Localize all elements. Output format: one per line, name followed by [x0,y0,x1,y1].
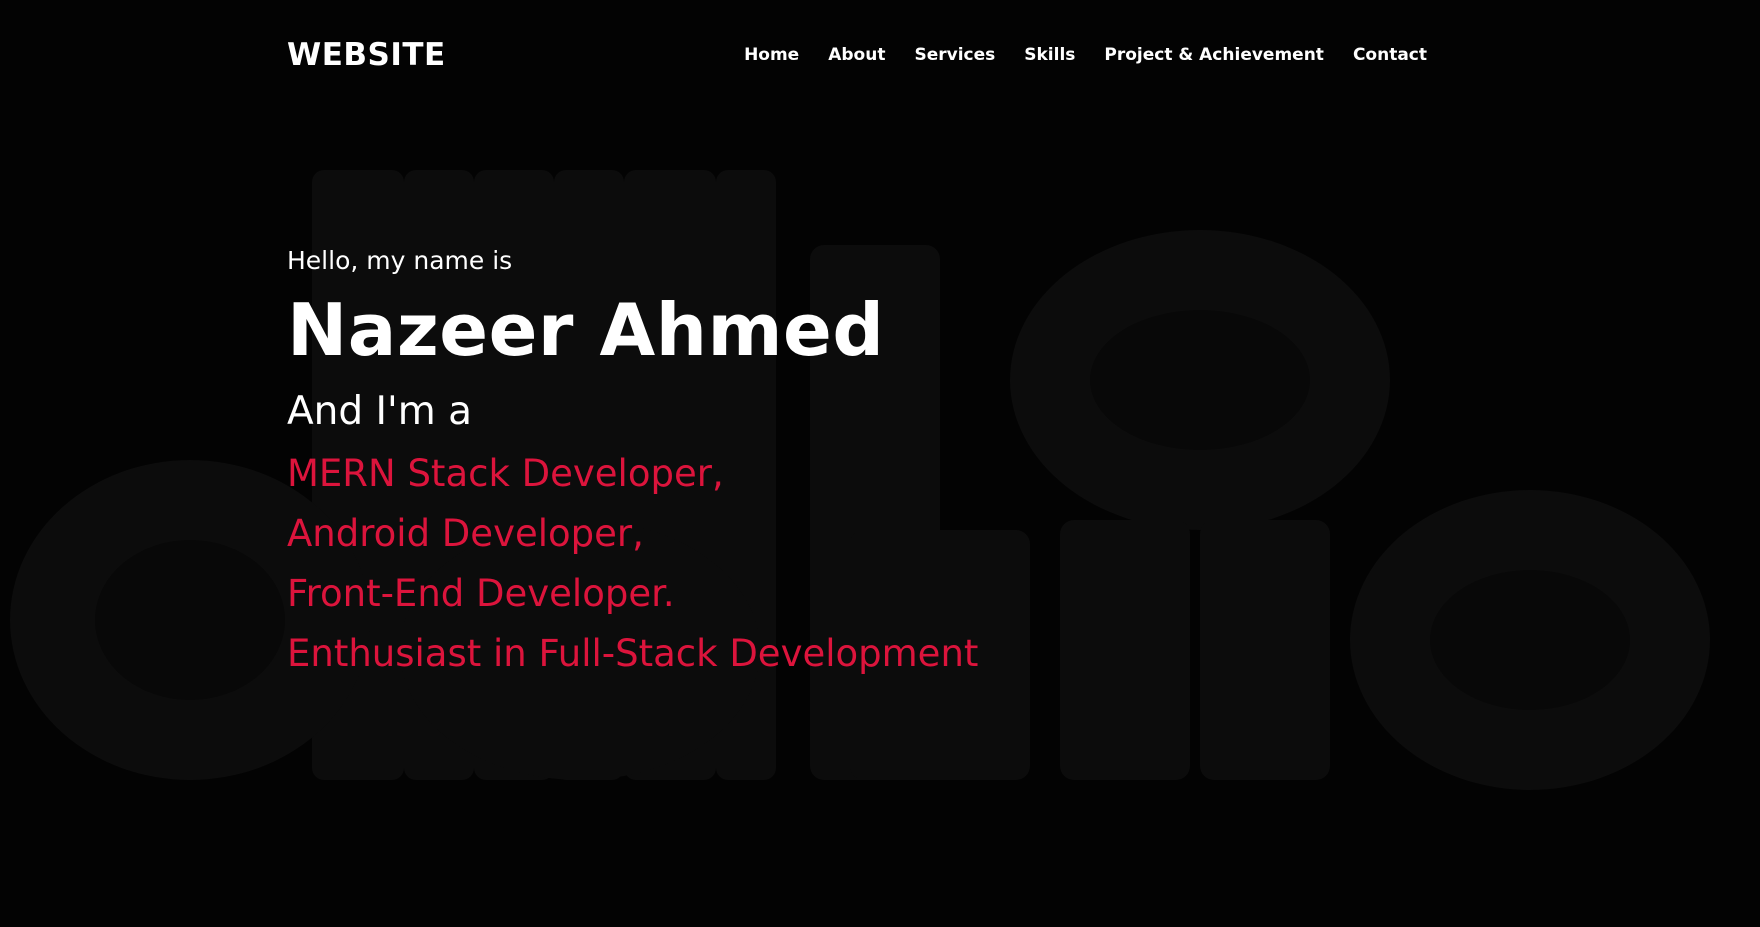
nav-item-skills: Skills [1024,45,1075,65]
hero-intro: And I'm a [287,389,473,434]
nav-item-contact: Contact [1353,45,1427,65]
navbar: WEBSITE Home About Services Skills Proje… [287,0,1427,110]
hero-greeting: Hello, my name is [287,246,513,275]
nav-link-home[interactable]: Home [744,45,799,65]
hero-name: Nazeer Ahmed [287,288,885,372]
nav-menu: Home About Services Skills Project & Ach… [744,45,1427,65]
nav-item-services: Services [914,45,995,65]
role-item: MERN Stack Developer, [287,452,724,495]
nav-link-skills[interactable]: Skills [1024,45,1075,65]
hero-section: Hello, my name is Nazeer Ahmed And I'm a… [287,244,978,684]
nav-item-about: About [828,45,885,65]
nav-link-about[interactable]: About [828,45,885,65]
site-logo[interactable]: WEBSITE [287,37,446,73]
role-item: Front-End Developer. [287,572,675,615]
nav-link-projects[interactable]: Project & Achievement [1104,45,1324,65]
role-item: Enthusiast in Full-Stack Development [287,632,979,675]
role-list: MERN Stack Developer, Android Developer,… [287,444,978,684]
nav-item-home: Home [744,45,799,65]
nav-link-contact[interactable]: Contact [1353,45,1427,65]
role-item: Android Developer, [287,512,644,555]
nav-item-projects: Project & Achievement [1104,45,1324,65]
nav-link-services[interactable]: Services [914,45,995,65]
